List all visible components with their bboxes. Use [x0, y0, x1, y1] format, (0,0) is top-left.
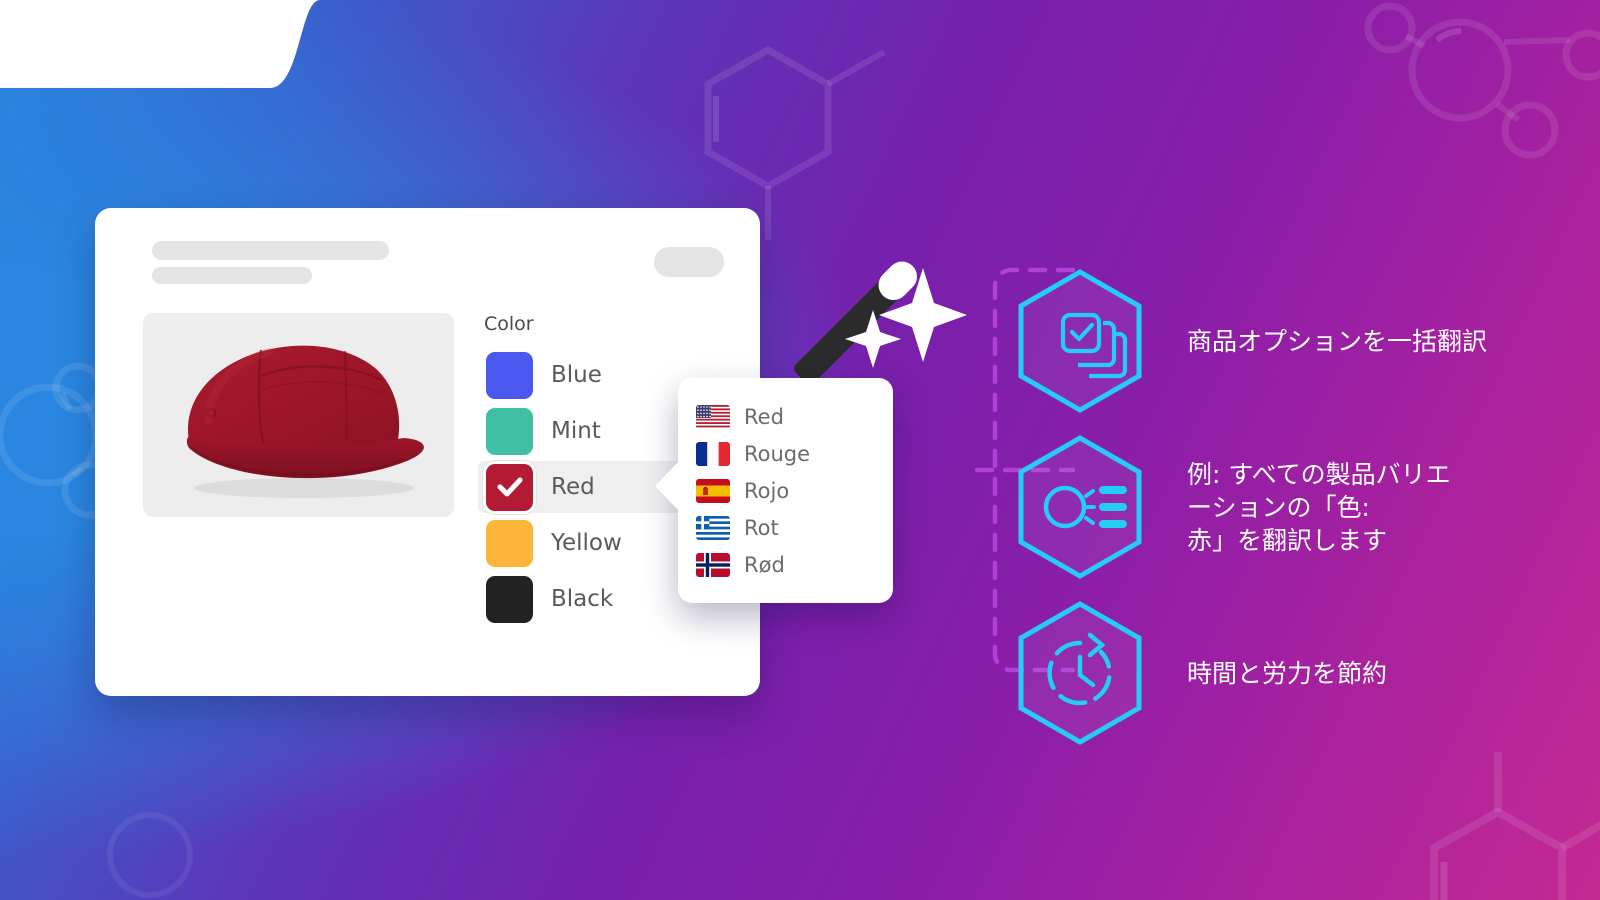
greece-flag	[696, 515, 730, 540]
feature-item: 商品オプションを一括翻訳	[1015, 268, 1487, 414]
color-option-label: Mint	[551, 418, 601, 444]
color-option-label: Red	[551, 474, 595, 500]
norway-flag	[696, 552, 730, 577]
color-option-label: Yellow	[551, 530, 622, 556]
color-swatch	[486, 575, 533, 623]
skeleton-subtitle-bar	[152, 267, 312, 284]
color-swatch	[486, 407, 533, 455]
color-swatch	[486, 463, 533, 511]
translation-popover: Red Rouge Rojo Rot Rød	[655, 378, 893, 603]
product-image	[143, 313, 454, 517]
translation-word: Rød	[744, 552, 785, 577]
popover-arrow	[655, 461, 679, 511]
stacked-checkbox-cards-icon	[1015, 268, 1145, 414]
translation-word: Rouge	[744, 441, 811, 466]
feature-label: 商品オプションを一括翻訳	[1187, 326, 1488, 356]
feature-item: 例: すべての製品バリエ ーションの「色: 赤」を翻訳します	[1015, 434, 1451, 580]
color-swatch	[486, 351, 533, 399]
translation-row[interactable]: Rouge	[696, 435, 893, 472]
color-option-label: Blue	[551, 362, 602, 388]
translation-row[interactable]: Red	[696, 398, 893, 435]
feature-item: 時間と労力を節約	[1015, 600, 1387, 746]
france-flag	[696, 441, 730, 466]
translation-row[interactable]: Rot	[696, 509, 893, 546]
translation-row[interactable]: Rojo	[696, 472, 893, 509]
feature-label: 例: すべての製品バリエ ーションの「色: 赤」を翻訳します	[1187, 459, 1451, 555]
header-banner	[0, 0, 380, 88]
variant-options-list-icon	[1015, 434, 1145, 580]
clock-refresh-icon	[1015, 600, 1145, 746]
us-flag	[696, 404, 730, 429]
spain-flag	[696, 478, 730, 503]
option-group-label: Color	[484, 313, 534, 335]
feature-label: 時間と労力を節約	[1187, 658, 1388, 688]
skeleton-button[interactable]	[654, 247, 724, 277]
translation-word: Rojo	[744, 478, 790, 503]
translation-word: Red	[744, 404, 784, 429]
translation-word: Rot	[744, 515, 779, 540]
translation-list: Red Rouge Rojo Rot Rød	[696, 398, 893, 583]
translation-row[interactable]: Rød	[696, 546, 893, 583]
skeleton-title-bar	[152, 241, 389, 260]
color-swatch	[486, 519, 533, 567]
product-card: Color Blue Mint Red Yellow Black	[95, 208, 760, 696]
check-icon	[497, 477, 522, 497]
color-option-label: Black	[551, 586, 614, 612]
